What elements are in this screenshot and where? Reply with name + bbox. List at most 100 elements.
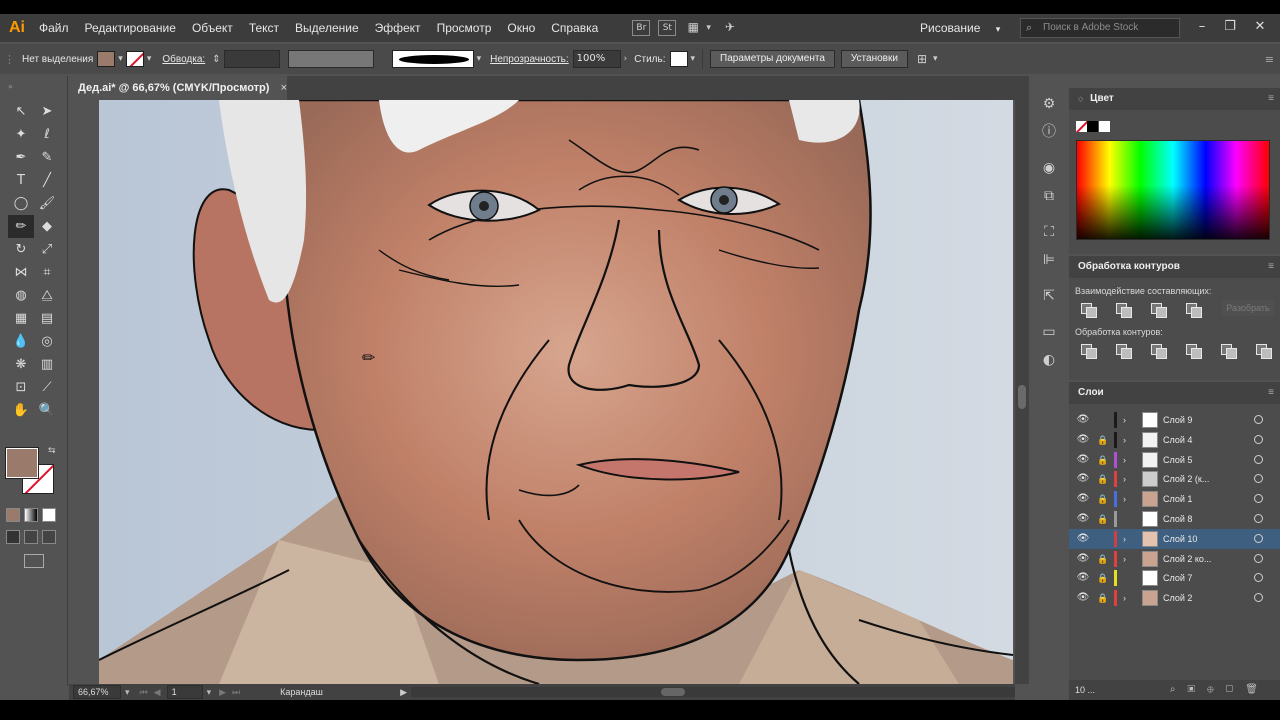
last-artboard-icon[interactable]: ⏭	[232, 687, 240, 698]
blend-tool-icon[interactable]: ◎	[34, 330, 60, 353]
transparency-icon[interactable]: ◐	[1032, 346, 1066, 374]
layer-row[interactable]: 👁 🔒 › Слой 5	[1069, 450, 1280, 470]
layer-name[interactable]: Слой 10	[1163, 529, 1197, 549]
scale-tool-icon[interactable]: ⤢	[34, 238, 60, 261]
swap-fill-stroke-icon[interactable]: ⇆	[48, 446, 56, 456]
maximize-button[interactable]: ❐	[1216, 14, 1244, 40]
expand-layer-icon[interactable]: ›	[1123, 433, 1133, 447]
gradient-panel-icon[interactable]: ▭	[1032, 318, 1066, 346]
new-layer-icon[interactable]: ▢	[1226, 684, 1246, 695]
export-icon[interactable]: ⇱	[1032, 282, 1066, 310]
width-tool-icon[interactable]: ⋈	[8, 261, 34, 284]
lock-icon[interactable]: 🔒	[1097, 453, 1109, 467]
gradient-tool-icon[interactable]: ▤	[34, 307, 60, 330]
layer-row[interactable]: 👁 🔒 Слой 8	[1069, 509, 1280, 529]
panel-collapse-icon[interactable]: ◇	[1078, 96, 1083, 103]
rotate-tool-icon[interactable]: ↻	[8, 238, 34, 261]
color-spectrum[interactable]	[1076, 140, 1270, 240]
lock-icon[interactable]: 🔒	[1097, 512, 1109, 526]
bridge-icon[interactable]: Br	[632, 20, 651, 36]
gpu-performance-icon[interactable]: ✈	[721, 20, 739, 36]
paintbrush-tool-icon[interactable]: 🖌	[34, 192, 60, 215]
visibility-eye-icon[interactable]: 👁	[1076, 571, 1090, 585]
target-icon[interactable]	[1254, 434, 1263, 444]
free-transform-tool-icon[interactable]: ⌗	[34, 261, 60, 284]
document-tab[interactable]: Дед.ai* @ 66,67% (CMYK/Просмотр) ×	[69, 76, 287, 100]
layer-name[interactable]: Слой 2	[1163, 588, 1192, 608]
stroke-label[interactable]: Обводка:	[162, 54, 205, 65]
arrange-documents-icon[interactable]: ▦	[684, 20, 702, 36]
draw-normal-icon[interactable]	[6, 530, 20, 544]
first-artboard-icon[interactable]: ⏮	[140, 687, 148, 698]
graphic-style-swatch[interactable]	[669, 51, 688, 67]
menu-edit[interactable]: Редактирование	[77, 14, 184, 42]
mesh-tool-icon[interactable]: ▦	[8, 307, 34, 330]
stock-search-input[interactable]: ⌕ Поиск в Adobe Stock	[1020, 18, 1180, 38]
layers-panel-menu-icon[interactable]: ≡	[1268, 382, 1274, 404]
layer-name[interactable]: Слой 2 (к...	[1163, 469, 1209, 489]
divide-icon[interactable]	[1077, 342, 1101, 359]
visibility-eye-icon[interactable]: 👁	[1076, 552, 1090, 566]
exclude-icon[interactable]	[1182, 301, 1206, 318]
selection-tool-icon[interactable]: ↖	[8, 100, 34, 123]
properties-icon[interactable]: ⚙	[1032, 90, 1066, 118]
expand-layer-icon[interactable]: ›	[1123, 472, 1133, 486]
appearance-icon[interactable]: ◉	[1032, 154, 1066, 182]
eraser-tool-icon[interactable]: ◆	[34, 215, 60, 238]
expand-layer-icon[interactable]: ›	[1123, 552, 1133, 566]
lock-icon[interactable]: 🔒	[1097, 552, 1109, 566]
layer-row[interactable]: 👁 🔒 › Слой 4	[1069, 430, 1280, 450]
status-menu-icon[interactable]: ▶	[400, 687, 407, 698]
curvature-tool-icon[interactable]: ✎	[34, 146, 60, 169]
color-panel-header[interactable]: ◇ Цвет ≡	[1069, 88, 1280, 110]
stroke-weight-field[interactable]	[223, 50, 280, 68]
symbol-sprayer-tool-icon[interactable]: ❋	[8, 353, 34, 376]
target-icon[interactable]	[1254, 514, 1263, 523]
pencil-tool-icon[interactable]: ✏	[8, 215, 34, 238]
target-icon[interactable]	[1254, 474, 1263, 484]
artboard-dropdown-icon[interactable]: ▾	[207, 687, 212, 698]
trim-icon[interactable]	[1112, 342, 1136, 359]
visibility-eye-icon[interactable]: 👁	[1076, 492, 1090, 506]
artboard-photo[interactable]	[99, 100, 1013, 684]
none-swatch[interactable]	[1076, 121, 1087, 132]
visibility-eye-icon[interactable]: 👁	[1076, 433, 1090, 447]
outline-icon[interactable]	[1217, 342, 1241, 359]
shape-builder-tool-icon[interactable]: ◍	[8, 284, 34, 307]
gradient-mode-icon[interactable]	[24, 508, 38, 522]
pathfinder-panel-menu-icon[interactable]: ≡	[1268, 256, 1274, 278]
next-artboard-icon[interactable]: ▶	[219, 687, 226, 698]
brush-dropdown-icon[interactable]: ▾	[477, 54, 482, 64]
opacity-label[interactable]: Непрозрачность:	[490, 54, 569, 65]
line-tool-icon[interactable]: ╱	[34, 169, 60, 192]
draw-inside-icon[interactable]	[42, 530, 56, 544]
lock-icon[interactable]: 🔒	[1097, 571, 1109, 585]
prev-artboard-icon[interactable]: ◀	[154, 687, 161, 698]
column-graph-tool-icon[interactable]: ▥	[34, 353, 60, 376]
close-tab-icon[interactable]: ×	[281, 76, 287, 100]
white-swatch[interactable]	[1099, 121, 1110, 132]
target-icon[interactable]	[1254, 415, 1263, 424]
ellipse-tool-icon[interactable]: ◯	[8, 192, 34, 215]
visibility-eye-icon[interactable]: 👁	[1076, 532, 1090, 546]
menu-effect[interactable]: Эффект	[367, 14, 429, 42]
opacity-field[interactable]: 100%	[572, 50, 621, 68]
visibility-eye-icon[interactable]: 👁	[1076, 591, 1090, 605]
layer-row[interactable]: 👁 › Слой 10	[1069, 528, 1280, 549]
layer-row[interactable]: 👁 🔒 › Слой 2 (к...	[1069, 469, 1280, 489]
controlbar-menu-icon[interactable]: ≡	[1265, 53, 1274, 66]
menu-object[interactable]: Объект	[184, 14, 241, 42]
delete-layer-icon[interactable]: 🗑	[1245, 684, 1270, 695]
transform-icon[interactable]: ⛶	[1032, 218, 1066, 246]
stock-icon[interactable]: St	[658, 20, 677, 36]
close-window-button[interactable]: ✕	[1246, 14, 1274, 40]
expand-layer-icon[interactable]: ›	[1123, 413, 1133, 427]
vertical-scrollbar-thumb[interactable]	[1018, 385, 1026, 409]
stroke-weight-stepper[interactable]: ⇕	[212, 54, 220, 65]
layer-row[interactable]: 👁 🔒 › Слой 2 ко...	[1069, 549, 1280, 569]
expand-button[interactable]: Разобрать	[1222, 300, 1274, 316]
clipping-mask-icon[interactable]: ▣	[1188, 684, 1208, 695]
lock-toggle[interactable]	[1097, 532, 1109, 546]
zoom-field[interactable]: 66,67%	[73, 685, 121, 699]
stroke-dropdown-icon[interactable]: ▾	[147, 54, 152, 64]
